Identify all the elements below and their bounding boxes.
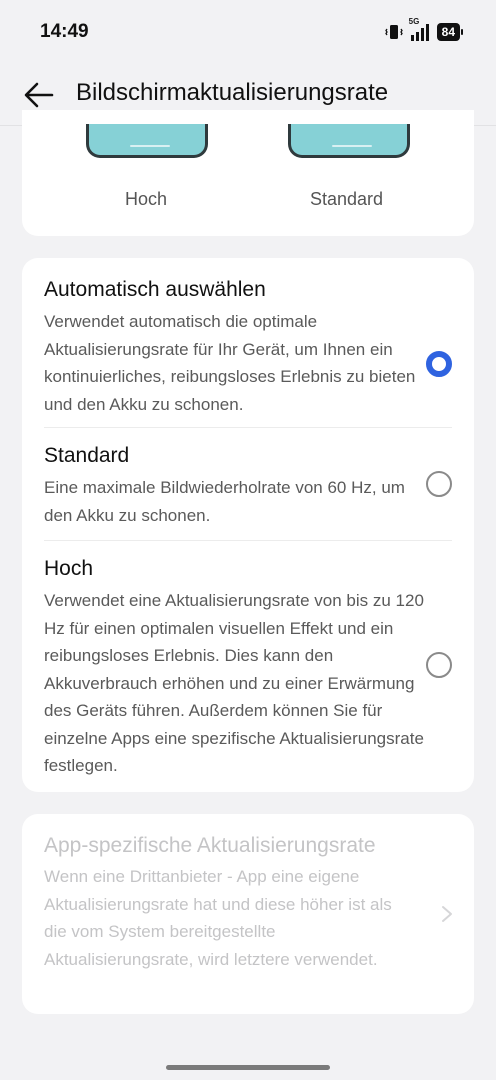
app-specific-refresh-rate[interactable]: App-spezifische Aktualisierungsrate Wenn… — [22, 814, 474, 1014]
radio-auto-selected[interactable] — [426, 351, 452, 377]
chevron-right-icon — [442, 906, 452, 922]
app-specific-description: Wenn eine Drittanbieter - App eine eigen… — [44, 867, 392, 969]
option-title: Automatisch auswählen — [44, 278, 266, 301]
refresh-rate-options: Automatisch auswählen Verwendet automati… — [22, 258, 474, 792]
network-type: 5G — [408, 17, 420, 26]
app-specific-title: App-spezifische Aktualisierungsrate — [44, 834, 376, 857]
divider — [44, 427, 452, 428]
page-title: Bildschirmaktualisierungsrate — [76, 79, 389, 106]
battery-icon: 84 — [436, 23, 464, 41]
radio-standard[interactable] — [426, 471, 452, 497]
option-description: Verwendet automatisch die optimale Aktua… — [44, 312, 416, 414]
option-auto[interactable]: Automatisch auswählen Verwendet automati… — [44, 278, 452, 418]
option-high[interactable]: Hoch Verwendet eine Aktualisierungsrate … — [44, 557, 452, 780]
status-icons: 5G 84 — [384, 17, 464, 43]
option-description: Verwendet eine Aktualisierungsrate von b… — [44, 591, 424, 775]
divider — [44, 540, 452, 541]
preview-label-high: Hoch — [125, 189, 168, 209]
preview-label-standard: Standard — [310, 189, 384, 209]
option-title: Hoch — [44, 557, 94, 580]
standard-refresh-phone-preview — [288, 124, 410, 158]
back-arrow-icon[interactable] — [22, 78, 56, 112]
status-bar: 14:49 5G 84 — [0, 0, 496, 64]
home-indicator[interactable] — [166, 1065, 330, 1070]
radio-high[interactable] — [426, 652, 452, 678]
option-title: Standard — [44, 444, 130, 467]
high-refresh-phone-preview — [86, 124, 208, 158]
status-time: 14:49 — [40, 21, 89, 42]
option-description: Eine maximale Bildwiederholrate von 60 H… — [44, 478, 405, 525]
signal-icon: 5G — [409, 17, 429, 41]
preview-card: Hoch Standard — [22, 110, 474, 236]
option-standard[interactable]: Standard Eine maximale Bildwiederholrate… — [44, 444, 452, 529]
vibrate-icon — [384, 25, 403, 39]
